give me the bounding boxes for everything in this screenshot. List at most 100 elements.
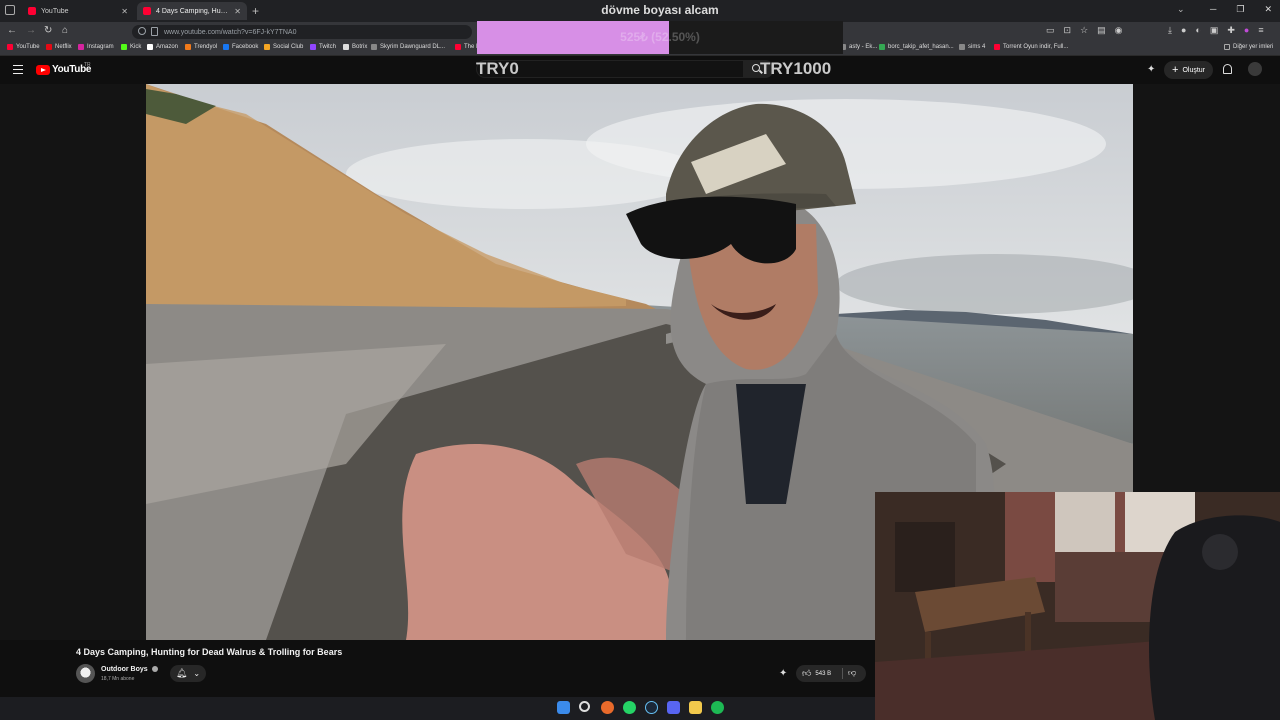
reload-icon[interactable]: ↻: [44, 25, 52, 36]
bookmark-item[interactable]: Instagram: [78, 44, 114, 50]
create-label: Oluştur: [1182, 66, 1205, 74]
bookmark-favicon-icon: [185, 44, 191, 50]
minimize-button[interactable]: ─: [1210, 4, 1216, 15]
donation-goal-min: TRY0: [476, 59, 519, 78]
bookmark-favicon-icon: [46, 44, 52, 50]
back-icon[interactable]: ←: [7, 25, 17, 36]
bookmark-item[interactable]: Trendyol: [185, 44, 217, 50]
whatsapp-icon[interactable]: [623, 701, 636, 714]
bookmark-item[interactable]: Torrent Oyun indir, Full...: [994, 44, 1068, 50]
verified-icon: [152, 666, 158, 672]
sparkle-create-icon[interactable]: ✦: [1147, 64, 1155, 75]
windows-start-icon[interactable]: [557, 701, 570, 714]
bookmark-item[interactable]: Skyrim Dawnguard DL...: [371, 44, 445, 50]
thumbs-up-icon: 👍︎: [802, 668, 812, 678]
profile-icon[interactable]: ●: [1244, 25, 1249, 36]
bookmark-label: Facebook: [232, 44, 259, 50]
bookmark-favicon-icon: [147, 44, 153, 50]
maximize-button[interactable]: ❐: [1236, 4, 1244, 15]
bookmark-item[interactable]: sims 4: [959, 44, 985, 50]
bookmark-star-icon[interactable]: ☆: [1080, 25, 1088, 36]
tab-youtube[interactable]: YouTube ✕: [22, 2, 134, 20]
bookmark-label: Skyrim Dawnguard DL...: [380, 44, 446, 50]
search-icon[interactable]: [752, 64, 760, 72]
bookmark-item[interactable]: Facebook: [223, 44, 258, 50]
bookmark-item[interactable]: borc_takip_afet_hasan...: [879, 44, 954, 50]
notifications-bell-icon[interactable]: [1223, 64, 1232, 74]
close-window-button[interactable]: ✕: [1264, 4, 1272, 15]
bookmark-label: YouTube: [16, 44, 40, 50]
screenshot-icon[interactable]: ◉: [1115, 25, 1123, 36]
site-info-icon[interactable]: [138, 27, 146, 35]
extension-icon[interactable]: ▣: [1210, 25, 1219, 36]
menu-icon[interactable]: [13, 65, 23, 74]
firefox-icon[interactable]: [601, 701, 614, 714]
donation-goal-max: TRY1000: [760, 59, 832, 78]
search-icon[interactable]: [579, 701, 590, 712]
bookmark-item[interactable]: YouTube: [7, 44, 40, 50]
tab-share-icon[interactable]: [151, 27, 158, 36]
plus-icon: +: [1172, 64, 1179, 76]
browser-menu-icon[interactable]: ≡: [1258, 25, 1263, 36]
bookmark-label: Kick: [130, 44, 142, 50]
bookmark-item[interactable]: Botrix: [343, 44, 367, 50]
subscription-bell-button[interactable]: 🔔︎ ⌄: [170, 665, 206, 682]
cast-icon[interactable]: ▭: [1046, 25, 1055, 36]
bookmark-item[interactable]: Social Club: [264, 44, 303, 50]
discord-icon[interactable]: [667, 701, 680, 714]
spotify-icon[interactable]: [711, 701, 724, 714]
thumbs-down-icon[interactable]: 👎︎: [848, 668, 856, 678]
folder-icon: [1224, 44, 1230, 50]
bookmark-favicon-icon: [7, 44, 13, 50]
like-divider: [842, 668, 843, 679]
channel-name[interactable]: Outdoor Boys: [101, 666, 148, 673]
reader-icon[interactable]: ▤: [1097, 25, 1106, 36]
tab-menu-icon[interactable]: [5, 5, 15, 15]
ask-sparkle-icon[interactable]: ✦: [779, 668, 787, 679]
bookmark-label: Botrix: [352, 44, 368, 50]
account-avatar[interactable]: [1248, 62, 1262, 76]
address-bar-actions: ▭ ⊡ ☆ ▤ ◉: [1046, 25, 1123, 36]
bookmark-label: Netflix: [55, 44, 72, 50]
bookmark-favicon-icon: [121, 44, 127, 50]
steam-icon[interactable]: [645, 701, 658, 714]
webcam-feed: [875, 492, 1280, 720]
install-icon[interactable]: ⊡: [1064, 25, 1072, 36]
bookmark-item[interactable]: Netflix: [46, 44, 72, 50]
address-bar[interactable]: www.youtube.com/watch?v=6FJ-kY7TNA0: [132, 25, 472, 39]
bookmark-label: Amazon: [156, 44, 179, 50]
extensions-area: ⤓ ● ◐ ▣ ✚ ● ≡: [1168, 25, 1264, 36]
bookmark-label: Trendyol: [194, 44, 218, 50]
video-title: 4 Days Camping, Hunting for Dead Walrus …: [76, 647, 343, 657]
chevron-down-icon: ⌄: [193, 669, 201, 678]
webcam-image: [875, 492, 1280, 720]
tab-video[interactable]: 4 Days Camping, Hunting for D... ✕: [137, 2, 247, 20]
forward-icon[interactable]: →: [26, 25, 36, 36]
bookmark-item[interactable]: Kick: [121, 44, 141, 50]
youtube-favicon-icon: [143, 7, 151, 15]
channel-avatar[interactable]: [76, 664, 95, 683]
bookmark-label: sims 4: [968, 44, 986, 50]
bookmark-label: Torrent Oyun indir, Full...: [1003, 44, 1069, 50]
tab-search-chevron-icon[interactable]: ⌄: [1177, 4, 1185, 15]
file-explorer-icon[interactable]: [689, 701, 702, 714]
bookmark-favicon-icon: [264, 44, 270, 50]
extension-icon[interactable]: ●: [1181, 25, 1186, 36]
window-controls: ─ ❐ ✕: [1210, 4, 1272, 15]
home-icon[interactable]: ⌂: [62, 25, 68, 36]
bell-icon: 🔔︎: [175, 668, 188, 678]
close-tab-icon[interactable]: ✕: [121, 7, 128, 16]
close-tab-icon[interactable]: ✕: [234, 7, 241, 16]
youtube-logo-icon[interactable]: [36, 65, 50, 75]
bookmark-item[interactable]: Amazon: [147, 44, 178, 50]
donation-goal-amount: 525₺ (52.50%): [620, 30, 700, 44]
new-tab-button[interactable]: +: [252, 4, 259, 18]
extension-icon[interactable]: ◐: [1195, 25, 1200, 36]
other-bookmarks[interactable]: Diğer yer imleri: [1224, 44, 1273, 50]
bookmark-item[interactable]: asty - Ek...: [840, 44, 877, 50]
create-button[interactable]: + Oluştur: [1164, 61, 1213, 79]
extensions-puzzle-icon[interactable]: ✚: [1227, 25, 1235, 36]
bookmark-item[interactable]: Twitch: [310, 44, 336, 50]
tab-title: 4 Days Camping, Hunting for D...: [156, 7, 229, 15]
download-icon[interactable]: ⤓: [1168, 25, 1172, 36]
